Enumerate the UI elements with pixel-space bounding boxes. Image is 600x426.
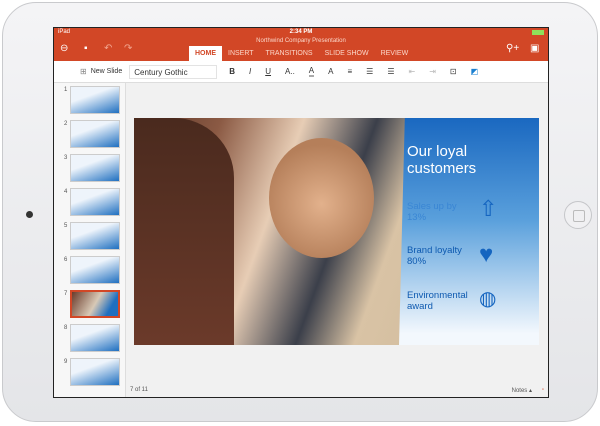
heart-icon: ♥ bbox=[479, 241, 494, 268]
slide-thumbnail-6[interactable] bbox=[70, 256, 120, 284]
font-name-field[interactable]: Century Gothic bbox=[129, 64, 218, 79]
highlight-button[interactable]: A bbox=[328, 67, 333, 76]
slide-thumbnail-5[interactable] bbox=[70, 222, 120, 250]
bullets-icon[interactable]: ☰ bbox=[366, 67, 373, 76]
notes-label: Notes bbox=[511, 388, 528, 394]
home-button[interactable] bbox=[564, 201, 592, 229]
file-icon[interactable]: ▪ bbox=[84, 43, 88, 54]
decrease-indent-icon[interactable]: ⇤ bbox=[409, 67, 416, 76]
tab-insert[interactable]: INSERT bbox=[222, 46, 260, 61]
photo-person bbox=[269, 138, 374, 258]
slide-number: 5 bbox=[64, 223, 68, 229]
photo-person bbox=[134, 118, 234, 345]
slide-number: 9 bbox=[64, 359, 68, 365]
camera bbox=[26, 211, 33, 218]
slide-thumbnail-7[interactable] bbox=[70, 290, 120, 318]
tab-review[interactable]: REVIEW bbox=[375, 46, 415, 61]
slide-item-text[interactable]: Brand loyalty 80% bbox=[407, 245, 477, 267]
undo-icon[interactable]: ↶ bbox=[104, 43, 112, 54]
slide-item-text[interactable]: Environmental award bbox=[407, 290, 482, 312]
increase-indent-icon[interactable]: ⇥ bbox=[429, 67, 436, 76]
numbering-icon[interactable]: ☰ bbox=[387, 67, 394, 76]
slide-thumbnail-2[interactable] bbox=[70, 120, 120, 148]
slide-thumbnail-1[interactable] bbox=[70, 86, 120, 114]
notes-button[interactable]: Notes ▴ bbox=[512, 387, 536, 394]
italic-button[interactable]: I bbox=[249, 67, 251, 76]
slide-thumbnails: 1 2 3 4 5 6 7 8 9 bbox=[54, 83, 126, 397]
slide-number: 2 bbox=[64, 121, 68, 127]
slide-canvas[interactable]: Our loyal customers Sales up by 13% ⇧ Br… bbox=[134, 118, 539, 345]
slide-text-panel: Our loyal customers Sales up by 13% ⇧ Br… bbox=[399, 118, 539, 345]
battery-icon bbox=[532, 30, 544, 35]
ribbon-toolbar: ⊞ New Slide Century Gothic B I U A.. A A… bbox=[54, 61, 548, 83]
page-indicator: 7 of 11 bbox=[130, 387, 148, 393]
tab-transitions[interactable]: TRANSITIONS bbox=[260, 46, 319, 61]
slide-thumbnail-3[interactable] bbox=[70, 154, 120, 182]
slide-number: 8 bbox=[64, 325, 68, 331]
ribbon-tabs: HOME INSERT TRANSITIONS SLIDE SHOW REVIE… bbox=[189, 46, 414, 61]
dollar-up-arrow-icon: ⇧ bbox=[479, 196, 498, 221]
slide-thumbnail-4[interactable] bbox=[70, 188, 120, 216]
share-user-icon[interactable]: ⚲+ bbox=[506, 43, 519, 54]
shapes-icon[interactable]: ◩ bbox=[471, 67, 479, 76]
font-color-button[interactable]: A bbox=[308, 66, 315, 77]
tab-slide-show[interactable]: SLIDE SHOW bbox=[319, 46, 375, 61]
slide-number: 4 bbox=[64, 189, 68, 195]
align-left-icon[interactable]: ≡ bbox=[347, 67, 352, 76]
screen: iPad 2:34 PM Northwind Company Presentat… bbox=[53, 27, 549, 398]
redo-icon[interactable]: ↷ bbox=[124, 43, 132, 54]
present-icon[interactable]: ▣ bbox=[530, 43, 539, 54]
globe-award-icon: ◍ bbox=[479, 288, 497, 310]
slide-number: 6 bbox=[64, 257, 68, 263]
title-bar: iPad 2:34 PM Northwind Company Presentat… bbox=[54, 28, 548, 61]
slide-thumbnail-8[interactable] bbox=[70, 324, 120, 352]
tab-home[interactable]: HOME bbox=[189, 46, 222, 61]
textbox-icon[interactable]: ⊡ bbox=[450, 67, 457, 76]
slide-number: 7 bbox=[64, 291, 68, 297]
new-slide-button[interactable]: New Slide bbox=[91, 68, 123, 75]
slide-title[interactable]: Our loyal customers bbox=[407, 143, 497, 177]
notes-icon: ▫ bbox=[541, 387, 544, 393]
clock: 2:34 PM bbox=[289, 29, 313, 35]
back-icon[interactable]: ⊖ bbox=[60, 43, 68, 54]
slide-thumbnail-9[interactable] bbox=[70, 358, 120, 386]
underline-button[interactable]: U bbox=[265, 67, 271, 76]
slide-item-text[interactable]: Sales up by 13% bbox=[407, 201, 472, 223]
bold-button[interactable]: B bbox=[229, 67, 235, 76]
status-footer: 7 of 11 ▫ Notes ▴ bbox=[126, 383, 548, 397]
font-size-button[interactable]: A.. bbox=[285, 67, 295, 76]
slide-number: 3 bbox=[64, 155, 68, 161]
new-slide-icon[interactable]: ⊞ bbox=[80, 67, 87, 76]
slide-number: 1 bbox=[64, 87, 68, 93]
